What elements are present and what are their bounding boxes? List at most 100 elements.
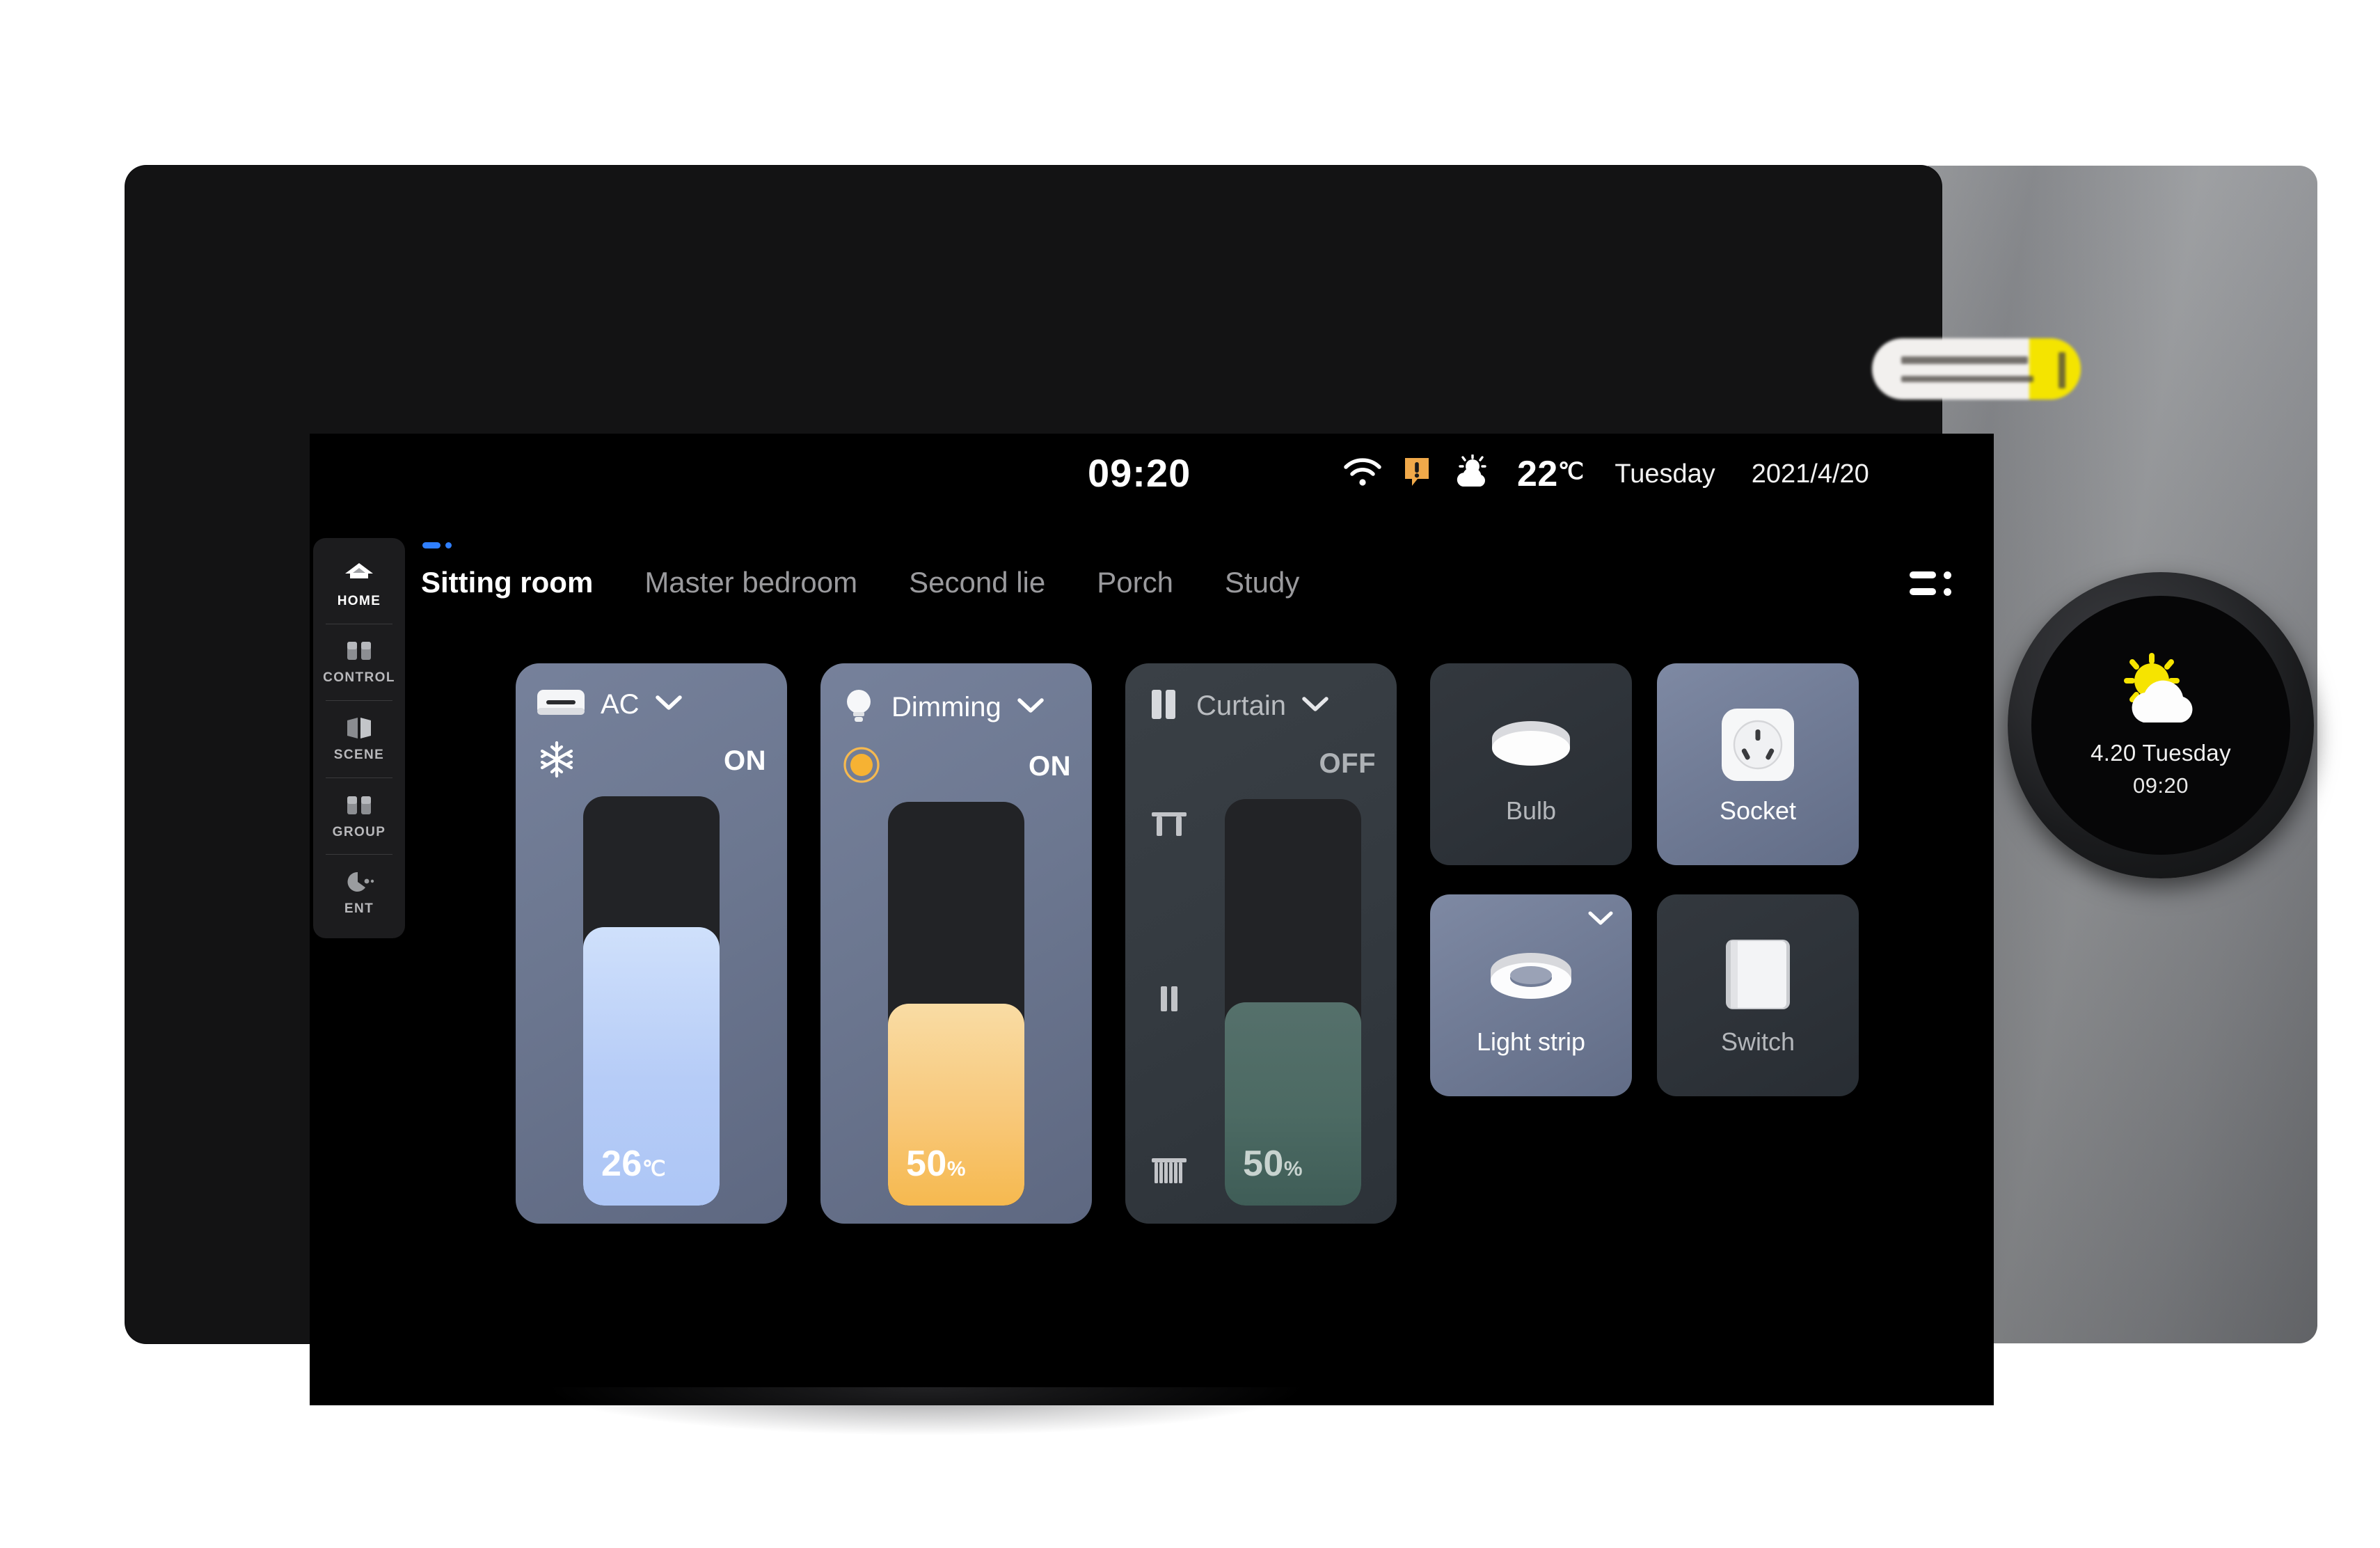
card-header: Dimming xyxy=(841,687,1071,728)
tab-study[interactable]: Study xyxy=(1225,566,1299,602)
tab-label: Master bedroom xyxy=(644,566,858,599)
scene-icon xyxy=(344,715,374,741)
temperature-value: 22 xyxy=(1517,454,1558,494)
slider-value: 26℃ xyxy=(601,1144,667,1184)
card-header: Curtain xyxy=(1146,687,1376,725)
home-icon xyxy=(344,561,374,587)
ring-light-icon xyxy=(1485,934,1577,1018)
device-tile-socket[interactable]: Socket xyxy=(1657,663,1859,865)
device-tile-light-strip[interactable]: Light strip xyxy=(1430,894,1632,1096)
power-state-label: ON xyxy=(724,745,766,776)
slider-value: 50% xyxy=(1243,1144,1303,1184)
curtain-icon xyxy=(1146,687,1181,725)
tab-second-lie[interactable]: Second lie xyxy=(909,566,1045,602)
snowflake-icon[interactable] xyxy=(537,739,577,783)
card-title: Curtain xyxy=(1196,690,1286,721)
sidebar-item-scene[interactable]: SCENE xyxy=(313,700,405,777)
temperature-slider[interactable]: 26℃ xyxy=(583,796,720,1206)
sticker-text-line xyxy=(1901,356,2028,364)
sidebar-item-ent[interactable]: ENT xyxy=(313,854,405,931)
device-tile-switch[interactable]: Switch xyxy=(1657,894,1859,1096)
partly-cloudy-icon xyxy=(2109,652,2213,734)
ent-icon xyxy=(344,869,374,895)
tab-label: Porch xyxy=(1097,566,1173,599)
slider-fill: 26℃ xyxy=(583,927,720,1206)
sidebar-label-ent: ENT xyxy=(344,901,374,917)
power-socket-icon xyxy=(1720,703,1796,787)
control-icon xyxy=(345,638,373,664)
curtain-closed-icon[interactable] xyxy=(1150,1156,1189,1190)
photo-scene: 09:20 22℃ Tuesday 2021/4/20 HOME CONTROL… xyxy=(0,0,2380,1548)
air-conditioner-icon xyxy=(537,687,585,722)
card-status-row: ON xyxy=(537,741,766,781)
sidebar-item-control[interactable]: CONTROL xyxy=(313,623,405,701)
wifi-icon[interactable] xyxy=(1343,457,1382,491)
sidebar-item-home[interactable]: HOME xyxy=(313,546,405,624)
status-weekday: Tuesday xyxy=(1615,459,1715,489)
screen-reflection xyxy=(543,1387,1308,1436)
slider-area: 26℃ xyxy=(537,796,766,1206)
sidebar-label-control: CONTROL xyxy=(323,670,395,686)
room-tab-bar: Sitting room Master bedroom Second lie P… xyxy=(421,542,1962,616)
knob-display: 4.20 Tuesday 09:20 xyxy=(2031,596,2290,855)
status-date: 2021/4/20 xyxy=(1751,459,1869,489)
tile-row: Bulb Socket xyxy=(1430,663,1859,865)
sidebar-label-home: HOME xyxy=(337,593,381,608)
tile-label: Socket xyxy=(1719,796,1797,825)
card-status-row: ON xyxy=(841,746,1071,787)
chevron-down-icon[interactable] xyxy=(1017,697,1045,718)
status-bar: 09:20 22℃ Tuesday 2021/4/20 xyxy=(310,434,1994,516)
sticker-text-line xyxy=(1901,376,2033,382)
sidebar-label-scene: SCENE xyxy=(333,747,385,762)
device-tiles: Bulb Socket Light strip Switch xyxy=(1430,663,1859,1096)
tab-porch[interactable]: Porch xyxy=(1097,566,1173,602)
bulb-icon xyxy=(841,687,876,728)
brightness-icon[interactable] xyxy=(841,745,882,789)
sidebar-item-group[interactable]: GROUP xyxy=(313,777,405,855)
slider-area: 50% xyxy=(841,802,1071,1206)
tab-sitting-room[interactable]: Sitting room xyxy=(421,542,594,602)
tab-master-bedroom[interactable]: Master bedroom xyxy=(644,566,857,602)
card-title: AC xyxy=(601,689,640,720)
partly-cloudy-icon xyxy=(1452,453,1496,494)
left-nav-sidebar: HOME CONTROL SCENE GROUP ENT xyxy=(313,538,405,938)
device-grid: AC ON 26℃ Dimming ON 50% Curtain OFF 50%… xyxy=(516,663,1859,1224)
bezel-sticker xyxy=(1872,338,2081,400)
power-state-label: ON xyxy=(1029,750,1071,782)
card-status-row: OFF xyxy=(1146,743,1376,784)
card-title: Dimming xyxy=(891,692,1001,722)
curtain-pause-icon[interactable] xyxy=(1155,984,1183,1018)
wall-switch-icon xyxy=(1722,934,1794,1018)
chevron-down-icon[interactable] xyxy=(655,694,683,716)
curtain-controls xyxy=(1146,799,1192,1206)
status-clock: 09:20 xyxy=(1088,451,1191,495)
curtain-position-slider[interactable]: 50% xyxy=(1225,799,1361,1206)
device-card-ac[interactable]: AC ON 26℃ xyxy=(516,663,787,1224)
alert-icon[interactable] xyxy=(1403,456,1431,493)
device-tile-bulb[interactable]: Bulb xyxy=(1430,663,1632,865)
slider-value: 50% xyxy=(906,1144,967,1184)
curtain-open-icon[interactable] xyxy=(1150,810,1189,844)
tile-row: Light strip Switch xyxy=(1430,894,1859,1096)
knob-date: 4.20 Tuesday xyxy=(2091,739,2231,766)
brightness-slider[interactable]: 50% xyxy=(888,802,1024,1206)
active-tab-indicator xyxy=(422,542,452,548)
ceiling-light-icon xyxy=(1486,703,1576,787)
list-menu-icon[interactable] xyxy=(1910,563,1958,603)
power-state-label: OFF xyxy=(1319,748,1376,779)
tab-label: Sitting room xyxy=(421,566,594,599)
slider-fill: 50% xyxy=(888,1004,1024,1206)
slider-fill: 50% xyxy=(1225,1002,1361,1206)
device-card-dimming[interactable]: Dimming ON 50% xyxy=(820,663,1092,1224)
tab-label: Second lie xyxy=(909,566,1046,599)
smart-panel-device: 09:20 22℃ Tuesday 2021/4/20 HOME CONTROL… xyxy=(125,166,2081,1436)
device-card-curtain[interactable]: Curtain OFF 50% xyxy=(1125,663,1397,1224)
temperature-unit: ℃ xyxy=(1557,458,1585,484)
smart-knob-device[interactable]: 4.20 Tuesday 09:20 xyxy=(2008,572,2314,878)
sticker-yellow-tab xyxy=(2029,338,2081,400)
sticker-side-text xyxy=(2058,352,2065,388)
chevron-down-icon[interactable] xyxy=(1301,695,1329,717)
tile-label: Light strip xyxy=(1476,1027,1586,1056)
tile-label: Bulb xyxy=(1505,796,1557,825)
chevron-down-icon[interactable] xyxy=(1587,910,1614,930)
